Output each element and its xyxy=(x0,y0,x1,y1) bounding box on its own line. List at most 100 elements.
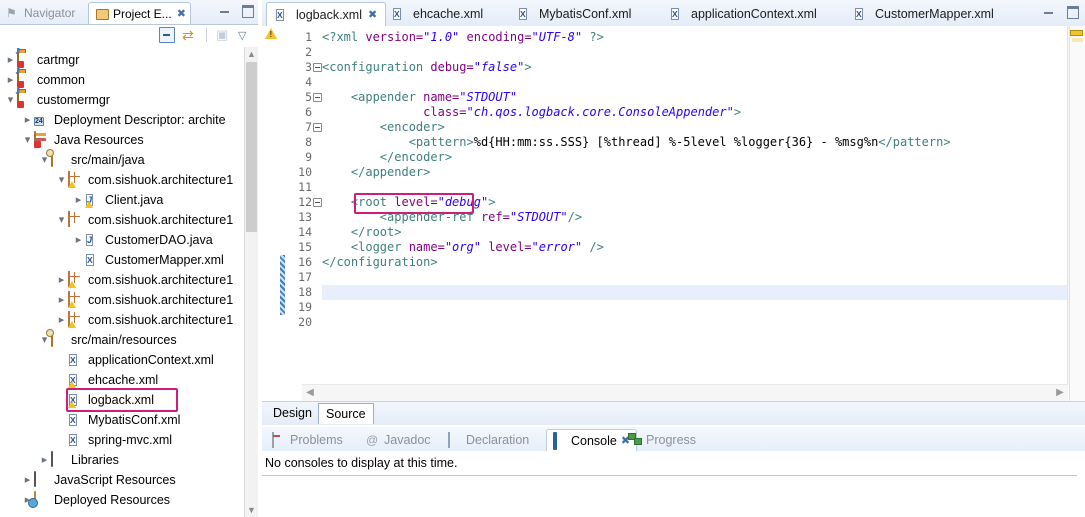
tree-item-spring-mvc-xml[interactable]: Xspring-mvc.xml xyxy=(0,430,258,450)
code-line[interactable]: </appender> xyxy=(322,165,1067,180)
view-menu-icon[interactable] xyxy=(216,28,231,42)
chevron-right-icon[interactable] xyxy=(72,195,85,206)
overview-ruler[interactable] xyxy=(1069,26,1085,401)
chevron-down-icon[interactable] xyxy=(55,175,68,186)
maximize-icon[interactable] xyxy=(240,3,254,18)
tree-item-javascript-resources[interactable]: JavaScript Resources xyxy=(0,470,258,490)
code-line[interactable]: </configuration> xyxy=(322,255,1067,270)
tree-item-com-sishuok-architecture1[interactable]: com.sishuok.architecture1 xyxy=(0,290,258,310)
view-dropdown-icon[interactable] xyxy=(238,28,252,42)
maximize-icon[interactable] xyxy=(1065,4,1079,19)
java-file-icon: J xyxy=(86,234,94,246)
tree-item-logback-xml[interactable]: Xlogback.xml xyxy=(0,390,258,410)
bottom-tab-javadoc[interactable]: @ Javadoc xyxy=(360,429,437,451)
bottom-tab-declaration[interactable]: Declaration xyxy=(442,429,535,451)
tree-item-com-sishuok-architecture1[interactable]: com.sishuok.architecture1 xyxy=(0,210,258,230)
code-text[interactable]: <?xml version="1.0" encoding="UTF-8" ?> … xyxy=(322,26,1067,401)
tree-item-deployment-descriptor-archite[interactable]: 24 Deployment Descriptor: archite xyxy=(0,110,258,130)
code-line[interactable]: <logger name="org" level="error" /> xyxy=(322,240,1067,255)
bottom-tab-progress[interactable]: Progress xyxy=(622,429,702,451)
fold-collapse-icon[interactable] xyxy=(313,63,322,72)
tree-item-src-main-java[interactable]: src/main/java xyxy=(0,150,258,170)
code-line[interactable]: <encoder> xyxy=(322,120,1067,135)
tree-item-com-sishuok-architecture1[interactable]: com.sishuok.architecture1 xyxy=(0,270,258,290)
code-line[interactable] xyxy=(322,270,1067,285)
tree-item-applicationcontext-xml[interactable]: XapplicationContext.xml xyxy=(0,350,258,370)
collapse-all-icon[interactable] xyxy=(159,27,175,43)
scroll-down-icon[interactable]: ▼ xyxy=(245,503,258,517)
editor-page-tab-source[interactable]: Source xyxy=(318,403,374,424)
console-content[interactable]: No consoles to display at this time. xyxy=(262,451,1085,517)
tree-item-ehcache-xml[interactable]: Xehcache.xml xyxy=(0,370,258,390)
code-line[interactable] xyxy=(322,285,1067,300)
chevron-right-icon[interactable] xyxy=(21,115,34,126)
annotation-ruler[interactable] xyxy=(262,26,280,401)
tree-item-com-sishuok-architecture1[interactable]: com.sishuok.architecture1 xyxy=(0,310,258,330)
overview-warning-mark[interactable] xyxy=(1070,30,1083,36)
scroll-right-icon[interactable]: ▶ xyxy=(1052,385,1068,401)
view-tab-project-explorer[interactable]: Project E... ✖ xyxy=(88,2,191,24)
tree-item-customermgr[interactable]: customermgr xyxy=(0,90,258,110)
tree-item-com-sishuok-architecture1[interactable]: com.sishuok.architecture1 xyxy=(0,170,258,190)
code-line[interactable]: </encoder> xyxy=(322,150,1067,165)
code-line[interactable]: <root level="debug"> xyxy=(322,195,1067,210)
editor-horizontal-scrollbar[interactable]: ◀ ▶ xyxy=(302,384,1068,401)
tree-item-common[interactable]: common xyxy=(0,70,258,90)
close-icon[interactable]: ✖ xyxy=(368,8,377,21)
editor-tab-ehcache-xml[interactable]: Xehcache.xml xyxy=(384,2,491,26)
tree-item-java-resources[interactable]: Java Resources xyxy=(0,130,258,150)
minimize-icon[interactable] xyxy=(218,3,232,17)
link-with-editor-icon[interactable] xyxy=(182,28,197,42)
tree-item-mybatisconf-xml[interactable]: X MybatisConf.xml xyxy=(0,410,258,430)
tree-item-src-main-resources[interactable]: src/main/resources xyxy=(0,330,258,350)
package-icon xyxy=(68,211,84,228)
code-line[interactable]: <appender-ref ref="STDOUT"/> xyxy=(322,210,1067,225)
code-line[interactable]: <configuration debug="false"> xyxy=(322,60,1067,75)
editor-tab-customermapper-xml[interactable]: X CustomerMapper.xml xyxy=(846,2,1002,26)
chevron-down-icon[interactable] xyxy=(4,95,17,106)
chevron-right-icon[interactable] xyxy=(21,475,34,486)
code-line[interactable]: <?xml version="1.0" encoding="UTF-8" ?> xyxy=(322,30,1067,45)
chevron-right-icon[interactable] xyxy=(38,455,51,466)
scroll-left-icon[interactable]: ◀ xyxy=(302,385,318,401)
close-icon[interactable]: ✖ xyxy=(177,7,186,20)
view-tab-navigator[interactable]: Navigator xyxy=(0,2,81,24)
code-line[interactable] xyxy=(322,315,1067,330)
code-line[interactable] xyxy=(322,45,1067,60)
chevron-right-icon[interactable] xyxy=(4,55,17,66)
code-line[interactable]: <pattern>%d{HH:mm:ss.SSS} [%thread] %-5l… xyxy=(322,135,1067,150)
tree-item-cartmgr[interactable]: cartmgr xyxy=(0,50,258,70)
code-line[interactable] xyxy=(322,180,1067,195)
minimize-icon[interactable] xyxy=(1042,4,1056,18)
scroll-up-icon[interactable]: ▲ xyxy=(245,47,258,61)
warning-marker-icon[interactable] xyxy=(265,28,278,41)
code-line[interactable]: <appender name="STDOUT" xyxy=(322,90,1067,105)
scrollbar-thumb[interactable] xyxy=(246,62,257,232)
fold-collapse-icon[interactable] xyxy=(313,123,322,132)
chevron-right-icon[interactable] xyxy=(55,295,68,306)
chevron-right-icon[interactable] xyxy=(72,235,85,246)
code-line[interactable]: </root> xyxy=(322,225,1067,240)
code-line[interactable] xyxy=(322,300,1067,315)
project-tree-scrollbar[interactable]: ▲ ▼ xyxy=(244,47,258,517)
tree-item-customerdao-java[interactable]: J CustomerDAO.java xyxy=(0,230,258,250)
editor-tab-mybatisconf-xml[interactable]: X MybatisConf.xml xyxy=(510,2,639,26)
tree-item-client-java[interactable]: J Client.java xyxy=(0,190,258,210)
fold-collapse-icon[interactable] xyxy=(313,93,322,102)
chevron-down-icon[interactable] xyxy=(55,215,68,226)
chevron-right-icon[interactable] xyxy=(55,275,68,286)
chevron-right-icon[interactable] xyxy=(55,315,68,326)
tree-item-libraries[interactable]: Libraries xyxy=(0,450,258,470)
editor-tab-applicationcontext-xml[interactable]: XapplicationContext.xml xyxy=(662,2,825,26)
tree-item-deployed-resources[interactable]: Deployed Resources xyxy=(0,490,258,510)
editor-page-tab-design[interactable]: Design xyxy=(266,403,319,424)
editor-tab-logback-xml[interactable]: Xlogback.xml ✖ xyxy=(266,2,387,26)
chevron-right-icon[interactable] xyxy=(4,75,17,86)
fold-collapse-icon[interactable] xyxy=(313,198,322,207)
tree-item-customermapper-xml[interactable]: X CustomerMapper.xml xyxy=(0,250,258,270)
code-line[interactable]: class="ch.qos.logback.core.ConsoleAppend… xyxy=(322,105,1067,120)
xml-source-editor[interactable]: 1234567891011121314151617181920 <?xml ve… xyxy=(262,26,1085,401)
chevron-down-icon[interactable] xyxy=(21,135,34,146)
bottom-tab-problems[interactable]: Problems xyxy=(266,429,349,451)
code-line[interactable] xyxy=(322,75,1067,90)
